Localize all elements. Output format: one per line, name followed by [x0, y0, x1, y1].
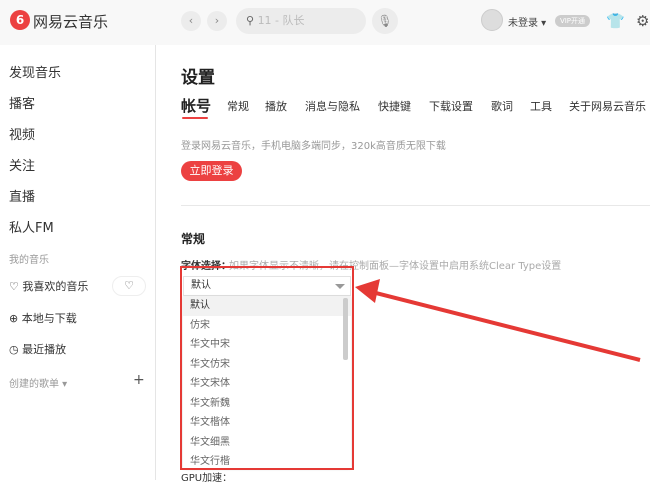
- annotation-arrow: [355, 279, 641, 362]
- arrow-head: [355, 279, 380, 303]
- arrow-shaft: [371, 290, 641, 362]
